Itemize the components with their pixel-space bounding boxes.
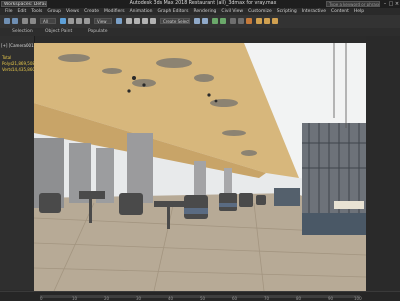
layer-explorer-icon[interactable]	[220, 18, 226, 24]
timeline-tick: 40	[168, 296, 174, 301]
title-bar: Workspaces: Default Autodesk 3ds Max 201…	[0, 0, 400, 8]
tab-populate[interactable]: Populate	[88, 28, 108, 36]
selection-filter-dropdown[interactable]: All	[40, 18, 56, 24]
spinner-snap-icon[interactable]	[150, 18, 156, 24]
menu-views[interactable]: Views	[66, 9, 79, 14]
tab-selection[interactable]: Selection	[12, 28, 33, 36]
named-selection-dropdown[interactable]: Create Selection Se	[160, 18, 190, 24]
menu-graph-editors[interactable]: Graph Editors	[158, 9, 189, 14]
command-panel	[366, 36, 400, 290]
menu-bar: File Edit Tools Group Views Create Modif…	[0, 8, 400, 15]
polys-value: 21,869,508	[12, 61, 35, 66]
menu-file[interactable]: File	[5, 9, 13, 14]
timeline-tick: 30	[136, 296, 142, 301]
booth-seat	[274, 188, 300, 206]
restaurant-scene	[34, 43, 366, 291]
menu-scripting[interactable]: Scripting	[277, 9, 297, 14]
menu-civil-view[interactable]: Civil View	[221, 9, 243, 14]
rotate-icon[interactable]	[76, 18, 82, 24]
redo-icon[interactable]	[12, 18, 18, 24]
timeline-tick: 20	[104, 296, 110, 301]
menu-customize[interactable]: Customize	[248, 9, 272, 14]
mirror-icon[interactable]	[194, 18, 200, 24]
snap-icon[interactable]	[126, 18, 132, 24]
stone-column	[127, 133, 153, 203]
percent-snap-icon[interactable]	[142, 18, 148, 24]
menu-group[interactable]: Group	[47, 9, 61, 14]
curve-editor-icon[interactable]	[230, 18, 236, 24]
menu-animation[interactable]: Animation	[130, 9, 153, 14]
window-controls: – □ ×	[382, 0, 400, 8]
booth-seat	[302, 213, 366, 235]
timeline-tick: 60	[232, 296, 238, 301]
ribbon-tabs: Selection Object Paint Populate	[0, 28, 400, 36]
timeline-tick: 10	[72, 296, 78, 301]
pivot-icon[interactable]	[116, 18, 122, 24]
schematic-view-icon[interactable]	[238, 18, 244, 24]
scene-explorer-icon[interactable]	[212, 18, 218, 24]
render-icon[interactable]	[272, 18, 278, 24]
timeline-tick: 90	[328, 296, 334, 301]
align-icon[interactable]	[202, 18, 208, 24]
menu-content[interactable]: Content	[331, 9, 349, 14]
timeline-tick: 50	[200, 296, 206, 301]
select-icon[interactable]	[60, 18, 66, 24]
left-command-strip	[0, 36, 35, 290]
link-icon[interactable]	[22, 18, 28, 24]
camera-viewport[interactable]	[34, 43, 366, 291]
angle-snap-icon[interactable]	[134, 18, 140, 24]
stats-header: Total	[2, 55, 12, 60]
menu-modifiers[interactable]: Modifiers	[104, 9, 125, 14]
timeline-tick: 70	[264, 296, 270, 301]
app-title: Autodesk 3ds Max 2018 Restaurant (all)_3…	[129, 1, 277, 6]
undo-icon[interactable]	[4, 18, 10, 24]
main-toolbar: All View Create Selection Se	[0, 15, 400, 29]
rendered-frame-window-icon[interactable]	[264, 18, 270, 24]
menu-interactive[interactable]: Interactive	[302, 9, 326, 14]
material-editor-icon[interactable]	[246, 18, 252, 24]
timeline-tick: 100	[354, 296, 362, 301]
search-input[interactable]: Type a keyword or phrase	[326, 1, 380, 7]
tab-object-paint[interactable]: Object Paint	[45, 28, 72, 36]
timeline-tick: 0	[40, 296, 43, 301]
menu-tools[interactable]: Tools	[31, 9, 42, 14]
menu-edit[interactable]: Edit	[18, 9, 27, 14]
menu-rendering[interactable]: Rendering	[193, 9, 216, 14]
table-top	[334, 201, 364, 209]
menu-create[interactable]: Create	[84, 9, 99, 14]
close-button[interactable]: ×	[394, 0, 400, 8]
unlink-icon[interactable]	[30, 18, 36, 24]
workspace-dropdown[interactable]: Workspaces: Default	[1, 1, 47, 7]
scale-icon[interactable]	[84, 18, 90, 24]
verts-value: 14,435,860	[12, 67, 35, 72]
reference-coord-dropdown[interactable]: View	[94, 18, 112, 24]
move-icon[interactable]	[68, 18, 74, 24]
render-setup-icon[interactable]	[256, 18, 262, 24]
timeline-tick: 80	[296, 296, 302, 301]
menu-help[interactable]: Help	[354, 9, 364, 14]
